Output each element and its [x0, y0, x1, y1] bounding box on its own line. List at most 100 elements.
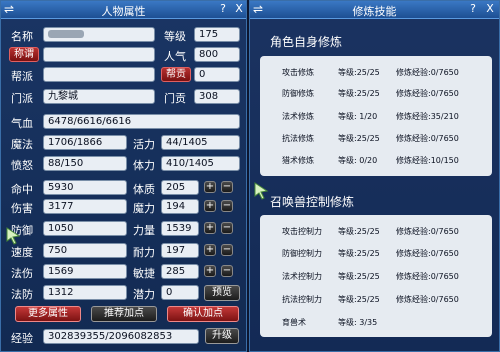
hp-value: 6478/6616/6616	[43, 114, 240, 129]
skill-name: 抗法修炼	[282, 134, 314, 143]
skill-level: 等级:25/25	[338, 134, 380, 143]
stat-value: 750	[43, 243, 127, 258]
minus-button[interactable]: −	[221, 244, 233, 256]
minus-button[interactable]: −	[221, 265, 233, 277]
character-titlebar[interactable]: ⇌ 人物属性 ? X	[1, 1, 246, 19]
stat-label: 伤害	[11, 202, 33, 215]
character-window-title: 人物属性	[101, 5, 146, 18]
cursor-icon	[254, 182, 269, 200]
plus-button[interactable]: +	[204, 200, 216, 212]
gang-field	[43, 67, 155, 82]
gang-contribution-button[interactable]: 帮贡	[161, 67, 191, 82]
attribute-value: 1539	[161, 221, 199, 236]
anger-value: 88/150	[43, 156, 127, 171]
skill-exp: 修炼经验:35/210	[396, 112, 459, 121]
stamina-value: 410/1405	[161, 156, 240, 171]
skill-exp: 修炼经验:0/7650	[396, 68, 459, 77]
sect-contribution-label: 门贡	[164, 92, 186, 105]
stamina-label: 体力	[133, 159, 155, 172]
potential-label: 潜力	[133, 288, 155, 301]
stat-value: 1569	[43, 264, 127, 279]
preview-button[interactable]: 预览	[204, 285, 240, 301]
self-cultivation-header: 角色自身修炼	[270, 35, 343, 49]
character-attributes-window: ⇌ 人物属性 ? X 名称 等级 175 称谓 人气 800 帮派 帮贡 0 门…	[0, 0, 247, 352]
skill-level: 等级: 3/35	[338, 318, 378, 327]
plus-button[interactable]: +	[204, 181, 216, 193]
cultivation-skills-window: ⇌ 修炼技能 ? X 角色自身修炼 攻击修炼 等级:25/25 修炼经验:0/7…	[249, 0, 500, 352]
skill-exp: 修炼经验:10/150	[396, 156, 459, 165]
cultivation-titlebar[interactable]: ⇌ 修炼技能 ? X	[250, 1, 499, 19]
sect-label: 门派	[11, 92, 33, 105]
attribute-value: 285	[161, 264, 199, 279]
skill-name: 育兽术	[282, 318, 306, 327]
name-field	[43, 27, 155, 42]
stat-label: 法防	[11, 288, 33, 301]
skill-exp: 修炼经验:0/7650	[396, 295, 459, 304]
title-button[interactable]: 称谓	[9, 47, 39, 62]
skill-level: 等级:25/25	[338, 89, 380, 98]
skill-name: 抗法控制力	[282, 295, 322, 304]
mp-value: 1706/1866	[43, 135, 127, 150]
exp-label: 经验	[11, 332, 33, 345]
skill-name: 法术修炼	[282, 112, 314, 121]
attribute-label: 敏捷	[133, 267, 155, 280]
attribute-value: 205	[161, 180, 199, 195]
skill-exp: 修炼经验:0/7650	[396, 249, 459, 258]
popularity-value: 800	[194, 47, 240, 62]
skill-name: 防御控制力	[282, 249, 322, 258]
exp-value: 302839355/2096082853	[43, 329, 199, 344]
more-attributes-button[interactable]: 更多属性	[15, 306, 81, 322]
skill-level: 等级:25/25	[338, 68, 380, 77]
hp-label: 气血	[11, 117, 33, 130]
skill-exp: 修炼经验:0/7650	[396, 89, 459, 98]
stat-value: 5930	[43, 180, 127, 195]
self-cultivation-list: 攻击修炼 等级:25/25 修炼经验:0/7650 防御修炼 等级:25/25 …	[260, 56, 492, 176]
skill-level: 等级:25/25	[338, 272, 380, 281]
close-icon[interactable]: X	[232, 2, 246, 16]
level-value: 175	[194, 27, 240, 42]
pet-cultivation-header: 召唤兽控制修炼	[270, 195, 355, 209]
skill-level: 等级:25/25	[338, 295, 380, 304]
close-icon[interactable]: X	[483, 2, 497, 16]
popularity-label: 人气	[164, 50, 186, 63]
stat-value: 3177	[43, 199, 127, 214]
stat-value: 1050	[43, 221, 127, 236]
recommend-points-button[interactable]: 推荐加点	[91, 306, 157, 322]
help-icon[interactable]: ?	[466, 2, 480, 16]
confirm-points-button[interactable]: 确认加点	[167, 306, 239, 322]
stat-value: 1312	[43, 285, 127, 300]
skill-level: 等级:25/25	[338, 249, 380, 258]
gang-contribution-value: 0	[194, 67, 240, 82]
name-blurred	[48, 30, 84, 38]
attribute-label: 力量	[133, 224, 155, 237]
attribute-value: 197	[161, 243, 199, 258]
mp-label: 魔法	[11, 138, 33, 151]
attribute-value: 194	[161, 199, 199, 214]
skill-name: 攻击控制力	[282, 227, 322, 236]
skill-exp: 修炼经验:0/7650	[396, 134, 459, 143]
plus-button[interactable]: +	[204, 265, 216, 277]
skill-level: 等级: 1/20	[338, 112, 378, 121]
skill-level: 等级: 0/20	[338, 156, 378, 165]
help-icon[interactable]: ?	[216, 2, 230, 16]
attribute-label: 体质	[133, 183, 155, 196]
cursor-icon	[6, 227, 21, 245]
upgrade-button[interactable]: 升级	[205, 328, 239, 344]
plus-button[interactable]: +	[204, 244, 216, 256]
stat-label: 速度	[11, 246, 33, 259]
skill-name: 法术控制力	[282, 272, 322, 281]
minus-button[interactable]: −	[221, 200, 233, 212]
skill-name: 防御修炼	[282, 89, 314, 98]
skill-name: 攻击修炼	[282, 68, 314, 77]
skill-name: 猎术修炼	[282, 156, 314, 165]
plus-button[interactable]: +	[204, 222, 216, 234]
cultivation-window-title: 修炼技能	[352, 5, 397, 18]
potential-value: 0	[161, 285, 199, 300]
minus-button[interactable]: −	[221, 181, 233, 193]
skill-level: 等级:25/25	[338, 227, 380, 236]
vitality-value: 44/1405	[161, 135, 240, 150]
skill-exp: 修炼经验:0/7650	[396, 272, 459, 281]
name-label: 名称	[11, 30, 33, 43]
pet-cultivation-list: 攻击控制力 等级:25/25 修炼经验:0/7650 防御控制力 等级:25/2…	[260, 215, 492, 337]
minus-button[interactable]: −	[221, 222, 233, 234]
